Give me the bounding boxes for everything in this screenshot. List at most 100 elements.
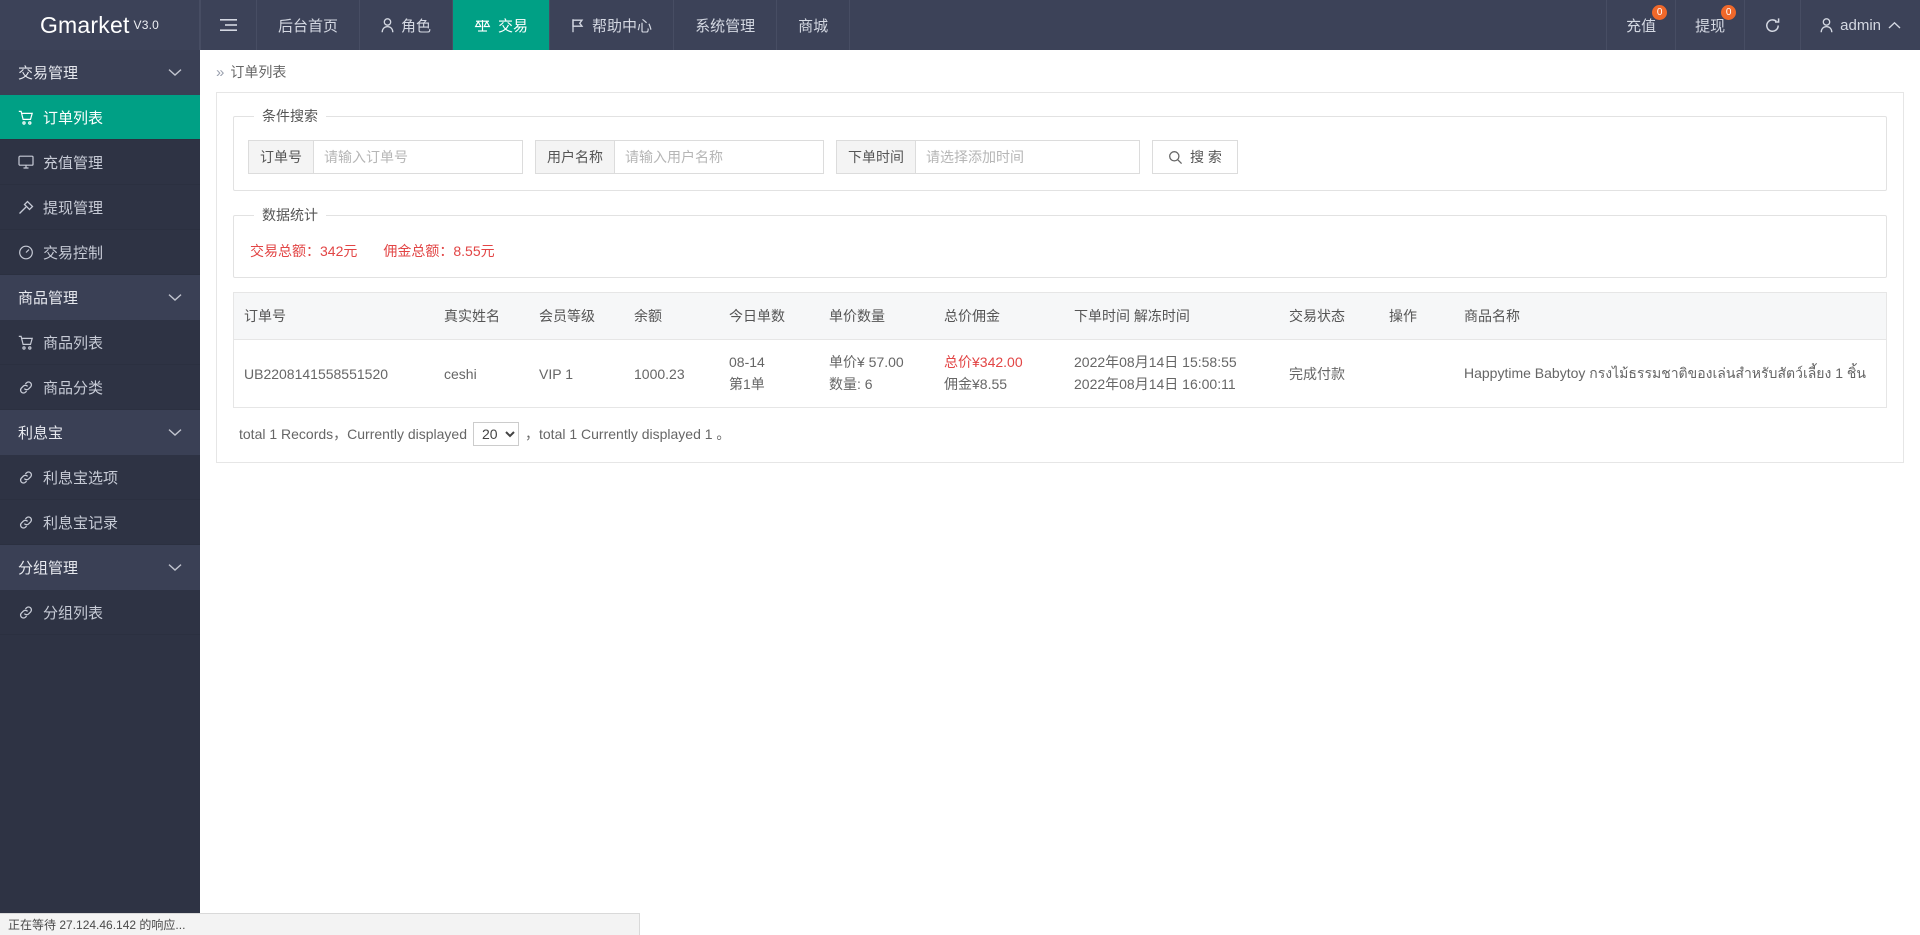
cell-product-name: Happytime Babytoy กรงไม้ธรรมชาติของเล่นส… (1464, 364, 1866, 381)
sidebar-item-withdraw-management[interactable]: 提现管理 (0, 185, 200, 230)
sidebar-group-transaction[interactable]: 交易管理 (0, 50, 200, 95)
cell-times-stack: 2022年08月14日 15:58:55 2022年08月14日 16:00:1… (1074, 352, 1269, 395)
sidebar-item-label: 分组列表 (43, 604, 104, 622)
sidebar-group-product[interactable]: 商品管理 (0, 275, 200, 320)
user-name: admin (1840, 16, 1881, 34)
withdraw-label: 提现 (1695, 17, 1726, 35)
recharge-label: 充值 (1626, 17, 1657, 35)
unit-price: 单价¥ 57.00 (829, 354, 904, 370)
search-icon (1168, 150, 1183, 165)
sidebar-toggle-button[interactable] (200, 0, 257, 50)
sidebar-item-recharge-management[interactable]: 充值管理 (0, 140, 200, 185)
order-table-head: 订单号 真实姓名 会员等级 余额 今日单数 单价数量 总价佣金 下单时间 解冻时… (234, 292, 1886, 340)
filter-order-time: 下单时间 (836, 140, 1140, 174)
breadcrumb-current: 订单列表 (230, 64, 287, 80)
sidebar-group-label: 交易管理 (18, 65, 79, 82)
filter-order-no: 订单号 (248, 140, 523, 174)
cell-balance: 1000.23 (634, 365, 685, 382)
commission: 佣金¥8.55 (944, 375, 1008, 392)
chevron-down-icon (168, 428, 182, 437)
main-content: » 订单列表 条件搜索 订单号 用户名称 (200, 50, 1920, 935)
col-member-level: 会员等级 (529, 292, 624, 340)
sidebar-item-transaction-control[interactable]: 交易控制 (0, 230, 200, 275)
chevron-down-icon (168, 293, 182, 302)
col-total-commission: 总价佣金 (934, 292, 1064, 340)
cell-times: 2022年08月14日 15:58:55 2022年08月14日 16:00:1… (1064, 340, 1279, 408)
status-bar-text: 正在等待 27.124.46.142 的响应... (8, 918, 186, 932)
cell-today-stack: 08-14 第1单 (729, 352, 809, 395)
cell-action[interactable] (1379, 340, 1454, 408)
sidebar-item-product-list[interactable]: 商品列表 (0, 320, 200, 365)
sidebar-item-order-list[interactable]: 订单列表 (0, 95, 200, 140)
refresh-icon (1764, 17, 1781, 34)
user-icon (381, 17, 394, 33)
brand-version: V3.0 (133, 18, 160, 32)
cart-icon (18, 335, 34, 350)
sidebar-item-label: 利息宝记录 (43, 514, 119, 532)
main-nav: 后台首页 角色 交易 帮助中心 系统管理 商城 (200, 0, 851, 50)
pager-suffix: ，total 1 Currently displayed 1 。 (525, 426, 731, 443)
nav-item-mall[interactable]: 商城 (777, 0, 851, 50)
sidebar-item-label: 商品列表 (43, 334, 104, 352)
sidebar-item-group-list[interactable]: 分组列表 (0, 590, 200, 635)
cell-total-commission: 总价¥342.00 佣金¥8.55 (934, 340, 1064, 408)
browser-status-bar: 正在等待 27.124.46.142 的响应... (0, 913, 640, 935)
pagination-bar: total 1 Records，Currently displayed 20 ，… (233, 408, 1887, 447)
stat-total-commission: 佣金总额：8.55元 (383, 243, 495, 259)
header-spacer (850, 0, 1606, 50)
sidebar-group-grouping[interactable]: 分组管理 (0, 545, 200, 590)
cell-total-stack: 总价¥342.00 佣金¥8.55 (944, 352, 1054, 395)
table-header-row: 订单号 真实姓名 会员等级 余额 今日单数 单价数量 总价佣金 下单时间 解冻时… (234, 292, 1886, 340)
user-menu[interactable]: admin (1800, 0, 1920, 50)
link-icon (18, 515, 34, 530)
filter-row: 订单号 用户名称 下单时间 (248, 140, 1872, 174)
sidebar-group-label: 商品管理 (18, 290, 79, 307)
search-filter-panel: 条件搜索 订单号 用户名称 下单时间 (233, 106, 1887, 191)
withdraw-button[interactable]: 提现 0 (1675, 0, 1744, 50)
order-no-input[interactable] (313, 140, 523, 174)
chevron-up-icon (1888, 21, 1901, 30)
nav-item-label: 后台首页 (278, 17, 339, 35)
table-row[interactable]: UB2208141558551520 ceshi VIP 1 1000.23 0… (234, 340, 1886, 408)
header-right-actions: 充值 0 提现 0 admin (1606, 0, 1920, 50)
monitor-icon (18, 155, 34, 169)
sidebar-item-interest-options[interactable]: 利息宝选项 (0, 455, 200, 500)
col-order-no: 订单号 (234, 292, 434, 340)
sidebar-item-label: 商品分类 (43, 379, 104, 397)
sidebar-item-label: 交易控制 (43, 244, 104, 262)
flag-icon (571, 18, 585, 33)
order-time-input[interactable] (915, 140, 1140, 174)
sidebar-bottom-edge (0, 903, 200, 913)
chevron-down-icon (168, 563, 182, 572)
col-action: 操作 (1379, 292, 1454, 340)
sidebar-item-label: 充值管理 (43, 154, 104, 172)
refresh-button[interactable] (1744, 0, 1800, 50)
sidebar-item-product-category[interactable]: 商品分类 (0, 365, 200, 410)
nav-item-label: 交易 (498, 17, 529, 35)
brand-logo[interactable]: Gmarket V3.0 (0, 0, 200, 50)
order-table-shell: 订单号 真实姓名 会员等级 余额 今日单数 单价数量 总价佣金 下单时间 解冻时… (233, 292, 1887, 409)
breadcrumb-separator: » (216, 63, 225, 81)
nav-item-role[interactable]: 角色 (360, 0, 454, 50)
nav-item-transaction[interactable]: 交易 (453, 0, 551, 50)
col-product-name: 商品名称 (1454, 292, 1886, 340)
filter-order-time-label: 下单时间 (836, 140, 915, 174)
nav-item-system-management[interactable]: 系统管理 (674, 0, 778, 50)
col-real-name: 真实姓名 (434, 292, 529, 340)
stats-row: 交易总额：342元 佣金总额：8.55元 (248, 239, 1872, 261)
page-size-select[interactable]: 20 (473, 422, 519, 447)
recharge-button[interactable]: 充值 0 (1606, 0, 1675, 50)
sidebar-group-label: 分组管理 (18, 560, 79, 577)
cell-order-no: UB2208141558551520 (244, 365, 389, 382)
sidebar-item-interest-records[interactable]: 利息宝记录 (0, 500, 200, 545)
nav-item-help-center[interactable]: 帮助中心 (550, 0, 675, 50)
today-date: 08-14 (729, 354, 765, 370)
sidebar-group-interest[interactable]: 利息宝 (0, 410, 200, 455)
order-table: 订单号 真实姓名 会员等级 余额 今日单数 单价数量 总价佣金 下单时间 解冻时… (234, 292, 1886, 407)
unfreeze-time: 2022年08月14日 16:00:11 (1074, 375, 1236, 392)
nav-item-dashboard[interactable]: 后台首页 (257, 0, 361, 50)
menu-icon (220, 18, 237, 32)
user-name-input[interactable] (614, 140, 824, 174)
search-button[interactable]: 搜 索 (1152, 140, 1238, 174)
stats-panel-legend: 数据统计 (262, 207, 318, 223)
